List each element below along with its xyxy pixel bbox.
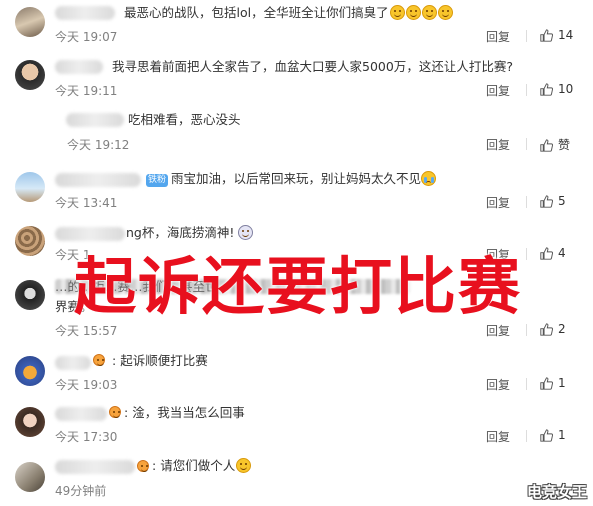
comment-text: : 请您们做个人 bbox=[152, 457, 252, 475]
smile-emoji-icon bbox=[236, 458, 252, 473]
username[interactable] bbox=[55, 173, 141, 187]
comment-text: 我寻思着前面把人全家告了，血盆大口要人家5000万，这还让人打比赛? bbox=[112, 59, 513, 74]
smile-emoji-icon bbox=[405, 5, 421, 20]
reply-button[interactable]: 回复 bbox=[486, 376, 510, 393]
like-button[interactable]: 5 bbox=[540, 194, 566, 208]
avatar[interactable] bbox=[15, 280, 45, 310]
divider bbox=[526, 30, 527, 42]
like-count: 1 bbox=[558, 376, 566, 390]
comment-time: 49分钟前 bbox=[55, 484, 107, 498]
comment-item: : 起诉顺便打比赛 今天 19:03 回复 1 bbox=[0, 352, 593, 398]
avatar[interactable] bbox=[15, 407, 45, 437]
divider bbox=[526, 196, 527, 208]
comment-item: 铁粉 雨宝加油，以后常回来玩，别让妈妈太久不见 今天 13:41 回复 5 bbox=[0, 168, 593, 214]
like-button[interactable]: 14 bbox=[540, 28, 573, 42]
like-button[interactable]: 1 bbox=[540, 428, 566, 442]
badge-icon bbox=[109, 406, 121, 418]
username[interactable] bbox=[55, 460, 135, 474]
like-button[interactable]: 1 bbox=[540, 376, 566, 390]
like-count: 10 bbox=[558, 82, 574, 96]
username[interactable] bbox=[55, 6, 115, 20]
thumbs-up-icon bbox=[540, 29, 554, 42]
username[interactable] bbox=[55, 356, 91, 370]
comment-item: 我寻思着前面把人全家告了，血盆大口要人家5000万，这还让人打比赛? 今天 19… bbox=[0, 56, 593, 106]
avatar[interactable] bbox=[15, 356, 45, 386]
divider bbox=[526, 248, 527, 260]
comment-item: 最恶心的战队，包括lol，全华班全让你们搞臭了 今天 19:07 回复 14 bbox=[0, 0, 593, 48]
smile-emoji-icon bbox=[389, 5, 405, 20]
badge-icon bbox=[93, 354, 105, 366]
comment-text: : 淦，我当当怎么回事 bbox=[124, 405, 245, 420]
smile-emoji-icon bbox=[421, 5, 437, 20]
like-button[interactable]: 赞 bbox=[540, 136, 570, 153]
like-count: 4 bbox=[558, 246, 566, 260]
divider bbox=[526, 324, 527, 336]
username[interactable] bbox=[66, 113, 124, 127]
avatar[interactable] bbox=[15, 60, 45, 90]
avatar[interactable] bbox=[15, 7, 45, 37]
avatar[interactable] bbox=[15, 226, 45, 256]
like-button[interactable]: 4 bbox=[540, 246, 566, 260]
reply-button[interactable]: 回复 bbox=[486, 82, 510, 99]
thumbs-up-icon bbox=[540, 323, 554, 336]
reply-button[interactable]: 回复 bbox=[486, 136, 510, 153]
like-button[interactable]: 10 bbox=[540, 82, 573, 96]
thumbs-up-icon bbox=[540, 377, 554, 390]
comment-time: 今天 17:30 bbox=[55, 430, 118, 444]
comment-time: 今天 19:07 bbox=[55, 30, 118, 44]
like-count: 14 bbox=[558, 28, 574, 42]
divider bbox=[526, 430, 527, 442]
thumbs-up-icon bbox=[540, 195, 554, 208]
watermark: 电竞女王 bbox=[526, 483, 587, 501]
comment-item: : 请您们做个人 49分钟前 bbox=[0, 456, 593, 506]
reply-button[interactable]: 回复 bbox=[486, 428, 510, 445]
comment-time: 今天 19:03 bbox=[55, 378, 118, 392]
comment-text: : 起诉顺便打比赛 bbox=[112, 353, 208, 368]
comment-time: 今天 13:41 bbox=[55, 196, 118, 210]
comment-text: 吃相难看，恶心没头 bbox=[128, 112, 241, 127]
divider bbox=[526, 84, 527, 96]
like-count: 1 bbox=[558, 428, 566, 442]
like-count: 5 bbox=[558, 194, 566, 208]
reply-button[interactable]: 回复 bbox=[486, 194, 510, 211]
overlay-headline: 起诉还要打比赛 bbox=[74, 250, 523, 323]
thumbs-up-icon bbox=[540, 247, 554, 260]
sub-comment-item: 吃相难看，恶心没头 今天 19:12 回复 赞 bbox=[0, 108, 593, 156]
avatar[interactable] bbox=[15, 462, 45, 492]
username[interactable] bbox=[55, 60, 103, 74]
fan-badge: 铁粉 bbox=[146, 174, 169, 187]
comment-time: 今天 19:12 bbox=[67, 138, 130, 152]
comment-time: 今天 19:11 bbox=[55, 84, 118, 98]
divider bbox=[526, 138, 527, 150]
smile-emoji-icon bbox=[437, 5, 453, 20]
thumbs-up-icon bbox=[540, 429, 554, 442]
username[interactable] bbox=[55, 407, 107, 421]
like-button[interactable]: 2 bbox=[540, 322, 566, 336]
badge-icon bbox=[137, 460, 149, 472]
thumbs-up-icon bbox=[540, 83, 554, 96]
comment-item: : 淦，我当当怎么回事 今天 17:30 回复 1 bbox=[0, 402, 593, 452]
like-label: 赞 bbox=[558, 138, 571, 152]
reply-button[interactable]: 回复 bbox=[486, 28, 510, 45]
divider bbox=[526, 378, 527, 390]
crying-emoji-icon bbox=[421, 171, 437, 186]
comment-text: 铁粉 雨宝加油，以后常回来玩，别让妈妈太久不见 bbox=[146, 170, 437, 188]
avatar[interactable] bbox=[15, 172, 45, 202]
comment-text: 最恶心的战队，包括lol，全华班全让你们搞臭了 bbox=[124, 4, 453, 22]
like-count: 2 bbox=[558, 322, 566, 336]
thumbs-up-icon bbox=[540, 139, 554, 152]
